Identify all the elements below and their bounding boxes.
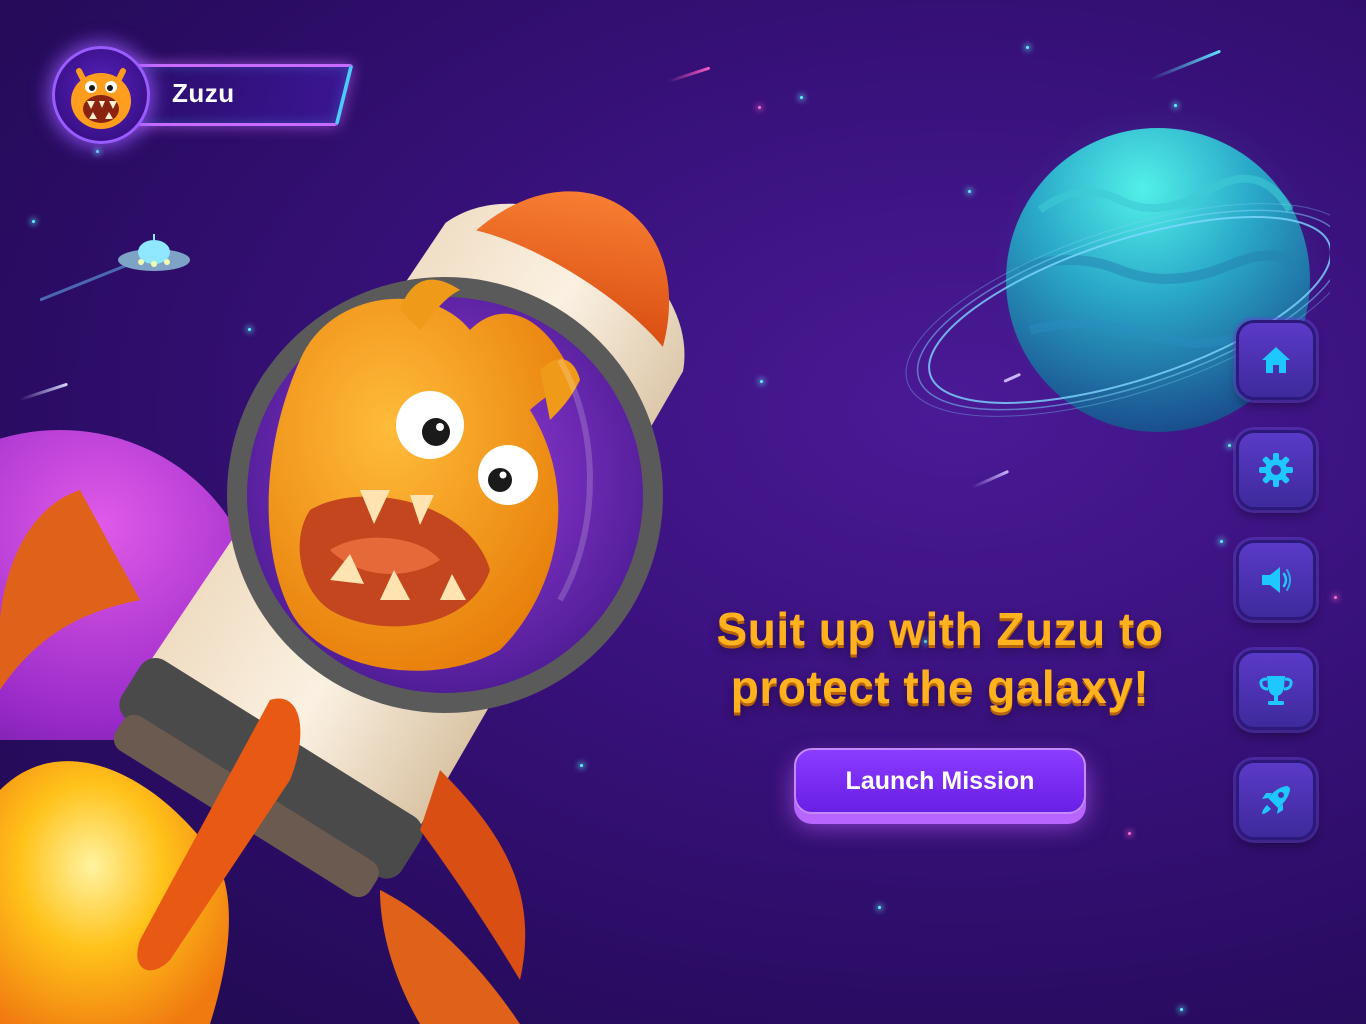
headline-line-2: protect the galaxy! [730,661,1150,713]
star [1228,444,1231,447]
star [878,906,881,909]
star [1026,46,1029,49]
gear-icon [1259,453,1293,487]
star [800,96,803,99]
home-icon [1262,347,1290,373]
headline-line-1: Suit up with Zuzu to [716,603,1164,655]
star [1180,1008,1183,1011]
rocket-with-zuzu [0,191,685,1024]
shooting-star [1149,49,1222,81]
speaker-icon [1262,567,1291,593]
trophy-icon [1259,676,1293,705]
star [1334,596,1337,599]
star [1220,540,1223,543]
player-name: Zuzu [172,78,235,108]
player-avatar[interactable] [52,46,150,144]
shooting-star [971,469,1010,489]
nav-settings-button[interactable] [1236,430,1316,510]
star [1128,832,1131,835]
nav-missions-button[interactable] [1236,760,1316,840]
star [760,380,763,383]
player-profile[interactable]: Zuzu [52,46,354,144]
nav-sound-button[interactable] [1236,540,1316,620]
hero-headline: Suit up with Zuzu to protect the galaxy! [630,600,1250,716]
shooting-star [667,66,711,83]
zuzu-monster-avatar-icon [71,68,131,129]
rocket-icon [1262,786,1290,814]
launch-mission-button[interactable]: Launch Mission [794,748,1086,814]
star [758,106,761,109]
nav-trophy-button[interactable] [1236,650,1316,730]
star [1174,104,1177,107]
nav-home-button[interactable] [1236,320,1316,400]
